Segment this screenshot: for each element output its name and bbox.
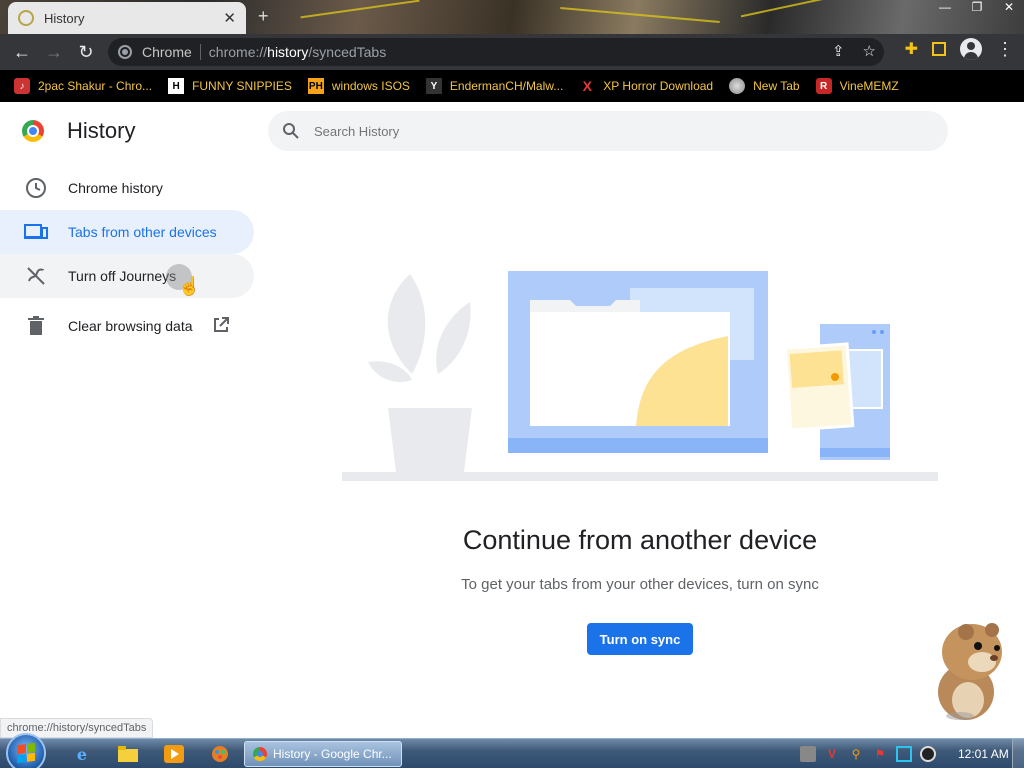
windows-logo-icon <box>17 742 35 764</box>
sidebar-menu: Chrome history Tabs from other devices T… <box>0 166 254 348</box>
profile-avatar-icon[interactable] <box>960 38 982 60</box>
sync-illustration <box>342 271 938 481</box>
more-menu-icon[interactable]: ⋮ <box>996 39 1014 60</box>
bookmark-star-icon[interactable]: ☆ <box>863 42 876 60</box>
extensions-puzzle-icon[interactable]: ✚ <box>905 39 918 59</box>
trash-icon <box>24 314 48 338</box>
minimize-icon[interactable]: — <box>938 0 952 14</box>
show-desktop-button[interactable] <box>1012 739 1024 768</box>
turn-on-sync-button[interactable]: Turn on sync <box>587 623 693 655</box>
file-explorer-icon[interactable] <box>116 743 140 765</box>
tray-flag-icon[interactable]: ⚑ <box>872 746 888 762</box>
forward-icon[interactable]: → <box>38 36 70 68</box>
sidebar-item-clear-browsing-data[interactable]: Clear browsing data <box>0 304 254 348</box>
tray-volume-icon[interactable] <box>920 746 936 762</box>
devices-icon <box>24 220 48 244</box>
side-panel-icon[interactable] <box>932 42 946 56</box>
windows-taskbar: e History - Google Chr... V ⚲ ⚑ 12:01 AM <box>0 733 1024 768</box>
internet-explorer-icon[interactable]: e <box>70 743 94 765</box>
sidebar-item-tabs-other-devices[interactable]: Tabs from other devices <box>0 210 254 254</box>
bookmarks-bar: ♪ 2pac Shakur - Chro... H FUNNY SNIPPIES… <box>0 70 1024 102</box>
window-controls: — ❐ ✕ <box>938 0 1016 14</box>
bookmark-item[interactable]: H FUNNY SNIPPIES <box>168 78 292 94</box>
search-input[interactable] <box>314 123 874 139</box>
chrome-logo-icon <box>22 120 44 142</box>
journeys-off-icon <box>24 264 48 288</box>
browser-toolbar: ← → ↻ Chrome chrome://history/syncedTabs… <box>0 34 1024 70</box>
history-favicon-icon <box>18 10 34 26</box>
hamster-pet-icon <box>938 623 1002 720</box>
tab-close-icon[interactable]: ✕ <box>223 9 236 27</box>
media-player-icon[interactable] <box>162 743 186 765</box>
bookmark-item[interactable]: ♪ 2pac Shakur - Chro... <box>14 78 152 94</box>
chrome-taskbar-icon <box>253 747 267 761</box>
screen: History ✕ + — ❐ ✕ ← → ↻ Chrome chrome://… <box>0 0 1024 768</box>
tray-app-icon[interactable] <box>800 746 816 762</box>
omnibox-actions: ⇪ ☆ <box>832 42 876 60</box>
hand-cursor-icon: ☝ <box>178 276 201 296</box>
sidebar-item-label: Tabs from other devices <box>68 224 217 240</box>
bookmark-item[interactable]: New Tab <box>729 78 800 94</box>
close-window-icon[interactable]: ✕ <box>1002 0 1016 14</box>
start-button[interactable] <box>6 733 46 768</box>
toolbar-right: ✚ ⋮ <box>905 38 1014 60</box>
url-text: chrome://history/syncedTabs <box>208 44 387 60</box>
bookmark-item[interactable]: Y EndermanCH/Malw... <box>425 78 563 94</box>
tray-v-icon[interactable]: V <box>824 746 840 762</box>
history-page: History Chrome history Tabs from other d… <box>0 102 1024 738</box>
search-bar[interactable] <box>268 111 948 151</box>
tray-search-icon[interactable]: ⚲ <box>848 746 864 762</box>
sidebar-item-chrome-history[interactable]: Chrome history <box>0 166 254 210</box>
system-tray: V ⚲ ⚑ 12:01 AM <box>792 739 1024 768</box>
y-logo-icon: Y <box>425 78 442 94</box>
sidebar-item-turn-off-journeys[interactable]: Turn off Journeys ☝ <box>0 254 254 298</box>
open-external-icon <box>213 316 229 336</box>
h-logo-icon: H <box>168 78 185 94</box>
active-tab[interactable]: History ✕ <box>8 2 246 34</box>
share-icon[interactable]: ⇪ <box>832 42 845 60</box>
tray-monitor-icon[interactable] <box>896 746 912 762</box>
taskbar-chrome-window[interactable]: History - Google Chr... <box>244 741 402 767</box>
bookmark-item[interactable]: R VineMEMZ <box>815 78 899 94</box>
globe-icon <box>729 78 746 94</box>
sidebar-item-label: Chrome history <box>68 180 163 196</box>
ph-logo-icon: PH <box>307 78 324 94</box>
sidebar-item-label: Turn off Journeys <box>68 268 177 284</box>
chrome-badge-icon <box>118 45 132 59</box>
bookmark-item[interactable]: PH windows ISOS <box>307 78 410 94</box>
tab-title: History <box>44 10 85 26</box>
back-icon[interactable]: ← <box>6 36 38 68</box>
omnibox-label: Chrome <box>142 44 192 60</box>
x-logo-icon: X <box>582 78 592 94</box>
empty-state-headline: Continue from another device <box>462 525 818 555</box>
search-icon <box>283 123 299 139</box>
empty-state-description: To get your tabs from your other devices… <box>461 576 819 593</box>
music-icon: ♪ <box>14 78 30 94</box>
clock-icon <box>24 176 48 200</box>
paint-app-icon[interactable] <box>208 743 232 765</box>
page-title: History <box>67 118 136 143</box>
omnibox-divider <box>199 44 201 60</box>
new-tab-icon[interactable]: + <box>258 6 269 27</box>
tab-strip: History ✕ + — ❐ ✕ <box>0 0 1024 34</box>
sidebar-item-label: Clear browsing data <box>68 318 193 334</box>
taskbar-clock[interactable]: 12:01 AM <box>958 747 1009 761</box>
r-logo-icon: R <box>815 78 832 94</box>
address-bar[interactable]: Chrome chrome://history/syncedTabs ⇪ ☆ <box>108 38 884 66</box>
taskbar-window-title: History - Google Chr... <box>273 747 392 761</box>
maximize-icon[interactable]: ❐ <box>970 0 984 14</box>
reload-icon[interactable]: ↻ <box>70 36 102 68</box>
bookmark-item[interactable]: X XP Horror Download <box>579 78 714 94</box>
